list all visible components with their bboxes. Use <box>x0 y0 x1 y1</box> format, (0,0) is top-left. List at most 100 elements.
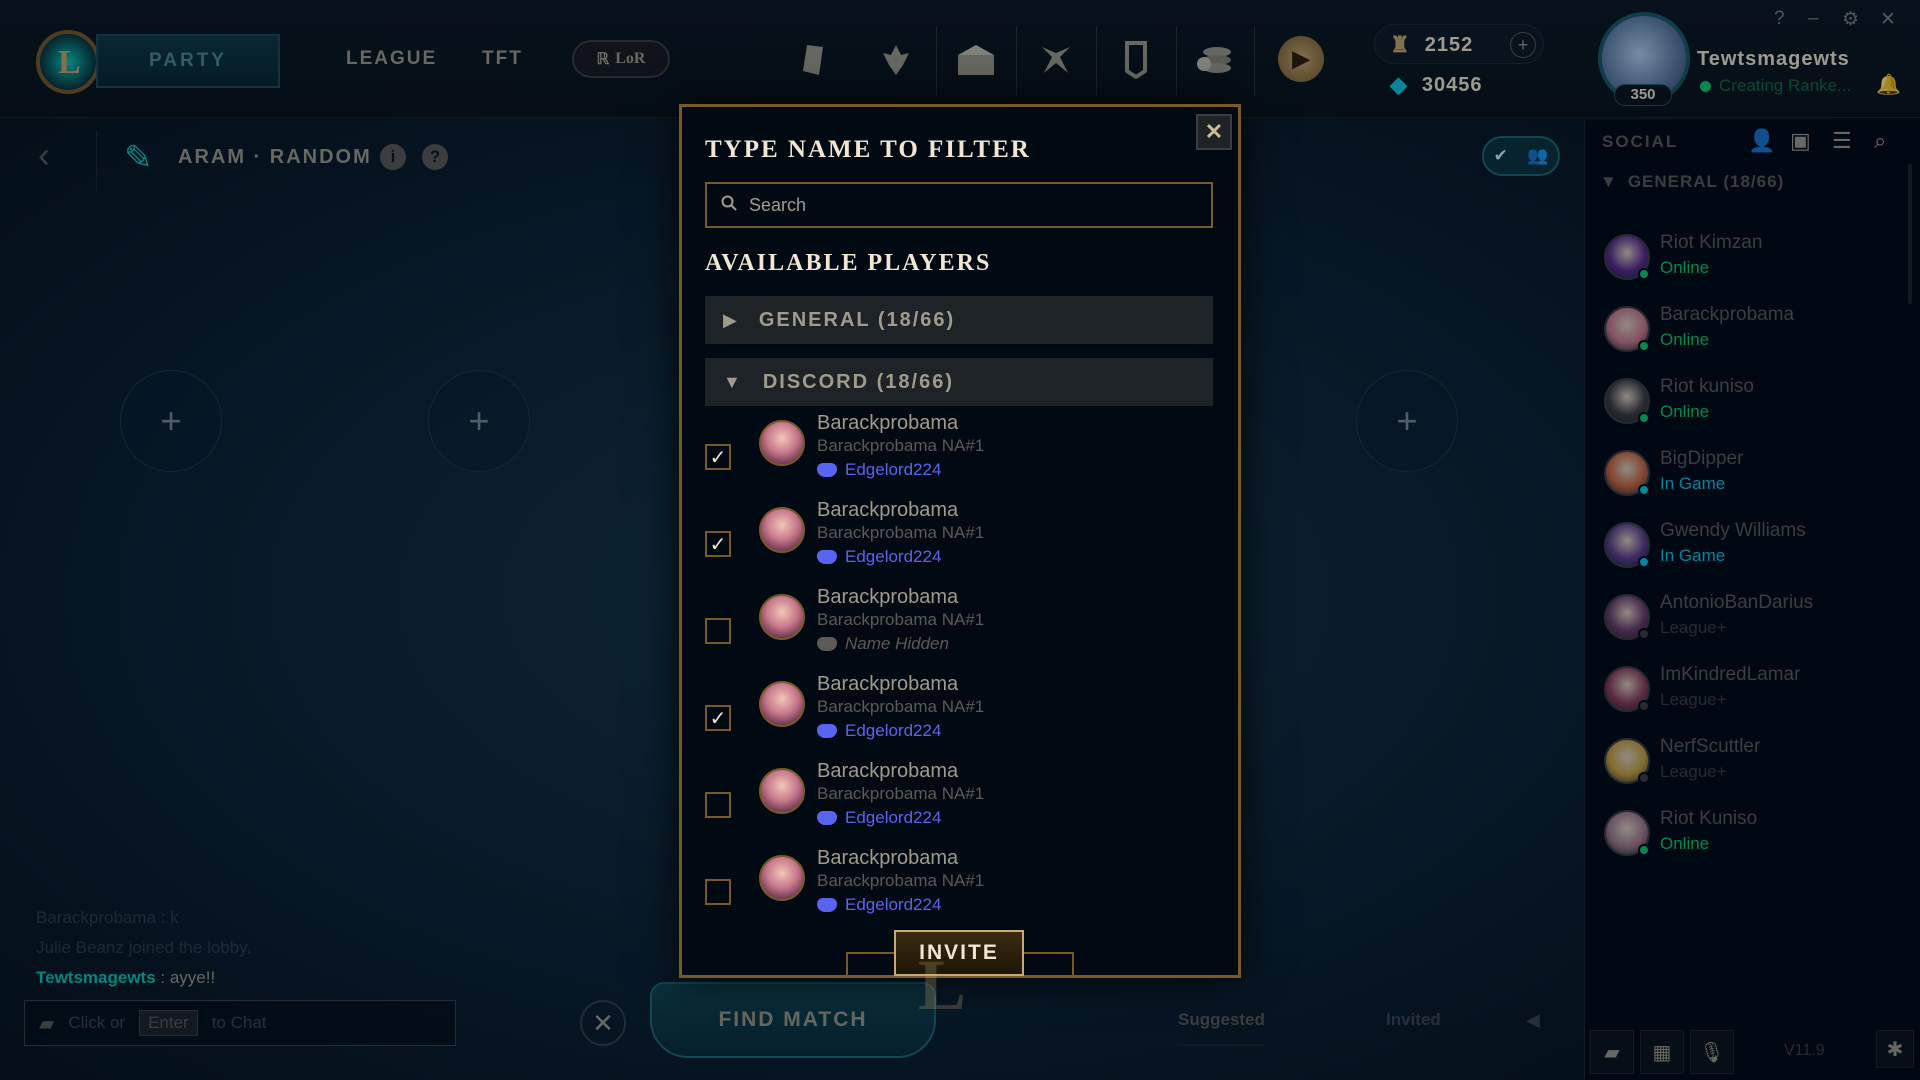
missions-icon[interactable] <box>792 38 836 82</box>
search-icon[interactable]: ⌕ <box>1874 128 1886 154</box>
add-friend-icon[interactable]: 👤 <box>1748 128 1775 154</box>
friend-status: Online <box>1660 834 1710 853</box>
friend-item[interactable]: NerfScuttler League+ <box>1604 732 1904 798</box>
scrollbar[interactable] <box>1908 164 1912 304</box>
profile-status[interactable]: Creating Ranke... <box>1700 76 1851 96</box>
bell-icon[interactable]: 🔔 <box>1876 72 1901 97</box>
lor-button[interactable]: ℝ LoR <box>572 40 670 78</box>
league-logo-button[interactable]: L <box>36 30 100 94</box>
player-checkbox[interactable]: ✓ <box>705 531 731 557</box>
bug-report-icon[interactable]: ✱ <box>1876 1030 1914 1068</box>
open-party-toggle[interactable]: ✔ 👥 <box>1482 136 1560 176</box>
player-row[interactable]: Barackprobama Barackprobama NA#1 Edgelord2… <box>705 760 1213 847</box>
player-avatar <box>759 768 805 814</box>
player-riot-id: Barackprobama NA#1 <box>817 871 985 890</box>
search-field[interactable] <box>705 182 1213 228</box>
status-dot <box>1700 80 1711 92</box>
search-icon <box>721 195 737 216</box>
nav-tft[interactable]: TFT <box>482 48 523 70</box>
invite-slot-button[interactable]: + <box>1356 370 1458 472</box>
tft-coins-icon[interactable] <box>1192 38 1236 82</box>
chat-input[interactable]: ▰ Click or Enter to Chat <box>24 1000 456 1046</box>
store-play-icon[interactable]: ▶ <box>1278 36 1324 82</box>
player-row[interactable]: ✓ Barackprobama Barackprobama NA#1 Edgelord… <box>705 673 1213 760</box>
friend-item[interactable]: ImKindredLamar League+ <box>1604 660 1904 726</box>
mic-icon[interactable]: 🎙 <box>1690 1030 1734 1074</box>
settings-icon[interactable]: ⚙ <box>1842 8 1859 31</box>
friend-status: In Game <box>1660 474 1726 493</box>
social-group-header[interactable]: ▼ GENERAL (18/66) <box>1600 172 1784 192</box>
enter-key-hint: Enter <box>139 1010 198 1036</box>
profile-icon[interactable] <box>1114 38 1158 82</box>
add-folder-icon[interactable]: ▣ <box>1790 128 1811 154</box>
friend-item[interactable]: Riot Kimzan Online <box>1604 228 1904 294</box>
friend-item[interactable]: Riot Kuniso Online <box>1604 804 1904 870</box>
player-name: Barackprobama <box>817 499 959 521</box>
friend-status: League+ <box>1660 762 1727 781</box>
help-icon[interactable]: ? <box>422 144 448 170</box>
close-window-icon[interactable]: ✕ <box>1880 8 1896 31</box>
collapse-arrow-icon[interactable]: ◀ <box>1526 1010 1540 1031</box>
player-list: ✓ Barackprobama Barackprobama NA#1 Edgelord… <box>705 412 1213 914</box>
chat-sender[interactable]: Tewtsmagewts <box>36 968 156 987</box>
player-row[interactable]: ✓ Barackprobama Barackprobama NA#1 Edgelord… <box>705 499 1213 586</box>
status-dot <box>1638 556 1650 568</box>
be-value: 30456 <box>1421 73 1483 96</box>
player-avatar <box>759 420 805 466</box>
lor-icon: ℝ <box>596 51 610 68</box>
profile-status-text: Creating Ranke... <box>1719 76 1852 95</box>
player-row[interactable]: ✓ Barackprobama Barackprobama NA#1 Edgelord… <box>705 412 1213 499</box>
info-icon[interactable]: i <box>380 144 406 170</box>
leave-lobby-button[interactable]: ✕ <box>580 1000 626 1046</box>
version-label: V11.9 <box>1784 1042 1825 1059</box>
collection-icon[interactable] <box>1034 38 1078 82</box>
invite-slot-button[interactable]: + <box>428 370 530 472</box>
invite-slot-button[interactable]: + <box>120 370 222 472</box>
rp-value: 2152 <box>1424 33 1474 56</box>
player-row[interactable]: Barackprobama Barackprobama NA#1 Edgelord2… <box>705 847 1213 914</box>
party-button[interactable]: PARTY <box>96 34 280 88</box>
friend-item[interactable]: Riot kuniso Online <box>1604 372 1904 438</box>
nav-league[interactable]: LEAGUE <box>346 48 437 70</box>
friend-item[interactable]: Gwendy Williams In Game <box>1604 516 1904 582</box>
player-riot-id: Barackprobama NA#1 <box>817 784 985 803</box>
chat-icon[interactable]: ▰ <box>1590 1030 1634 1074</box>
player-checkbox[interactable]: ✓ <box>705 705 731 731</box>
buy-rp-button[interactable]: + <box>1510 32 1536 58</box>
player-checkbox[interactable] <box>705 618 731 644</box>
chat-message-self: Tewtsmagewts : ayye!! <box>36 968 215 988</box>
friend-item[interactable]: Barackprobama Online <box>1604 300 1904 366</box>
help-icon[interactable]: ? <box>1774 8 1785 30</box>
friend-name: Barackprobama <box>1660 304 1795 325</box>
chat-bubble-icon: ▰ <box>39 1012 55 1035</box>
separator <box>1016 26 1017 96</box>
status-dot <box>1638 628 1650 640</box>
tab-suggested[interactable]: Suggested <box>1178 1010 1265 1046</box>
discord-name: Edgelord224 <box>845 460 942 479</box>
friend-item[interactable]: AntonioBanDarius League+ <box>1604 588 1904 654</box>
clash-banner-icon[interactable]: ▦ <box>1640 1030 1684 1074</box>
loot-icon[interactable] <box>954 38 998 82</box>
close-icon[interactable]: ✕ <box>1196 114 1232 150</box>
minimize-icon[interactable]: – <box>1808 8 1819 30</box>
group-discord[interactable]: ▼ DISCORD (18/66) <box>705 358 1213 406</box>
check-icon: ✔ <box>1493 146 1508 165</box>
player-checkbox[interactable] <box>705 792 731 818</box>
tab-invited[interactable]: Invited <box>1386 1010 1441 1030</box>
group-general[interactable]: ▶ GENERAL (18/66) <box>705 296 1213 344</box>
status-dot <box>1638 844 1650 856</box>
chat-input-prefix: Click or <box>68 1013 126 1032</box>
player-discord: Edgelord224 <box>817 721 941 741</box>
expand-arrow-icon: ▶ <box>723 309 737 330</box>
find-match-button[interactable]: FIND MATCH <box>650 982 936 1058</box>
back-arrow-icon[interactable]: ‹ <box>38 134 50 176</box>
player-checkbox[interactable] <box>705 879 731 905</box>
player-riot-id: Barackprobama NA#1 <box>817 610 985 629</box>
list-icon[interactable]: ☰ <box>1832 128 1852 154</box>
player-row[interactable]: Barackprobama Barackprobama NA#1 Name Hidd… <box>705 586 1213 673</box>
search-input[interactable] <box>749 194 1189 216</box>
profile-name[interactable]: Tewtsmagewts <box>1697 48 1850 71</box>
player-checkbox[interactable]: ✓ <box>705 444 731 470</box>
clash-icon[interactable] <box>874 38 918 82</box>
friend-item[interactable]: BigDipper In Game <box>1604 444 1904 510</box>
